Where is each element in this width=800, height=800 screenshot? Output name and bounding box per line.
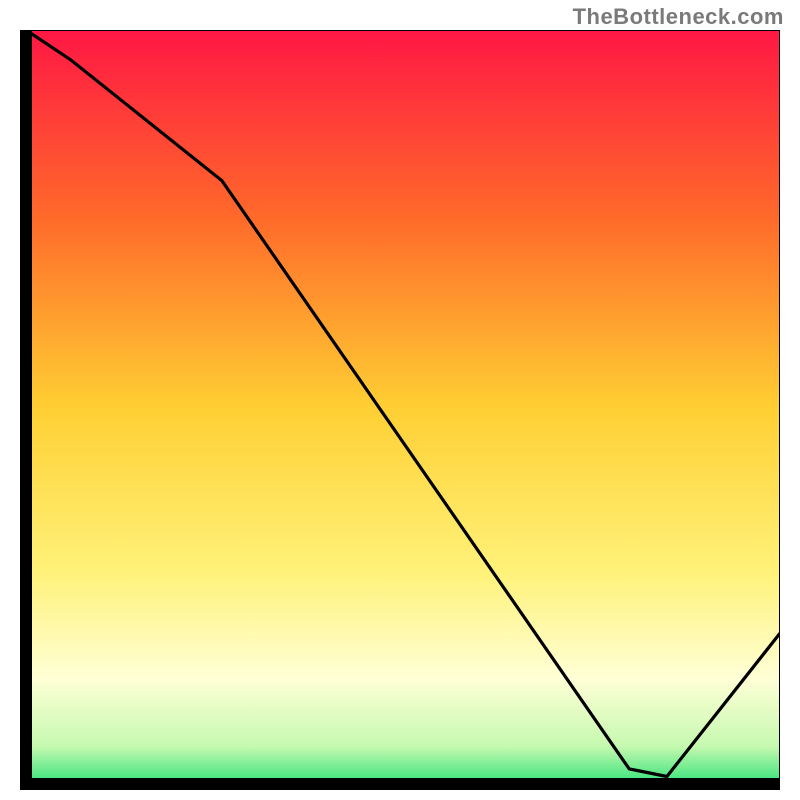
watermark-text: TheBottleneck.com [573, 4, 784, 30]
chart-background [26, 30, 780, 784]
chart-plot [20, 30, 780, 790]
